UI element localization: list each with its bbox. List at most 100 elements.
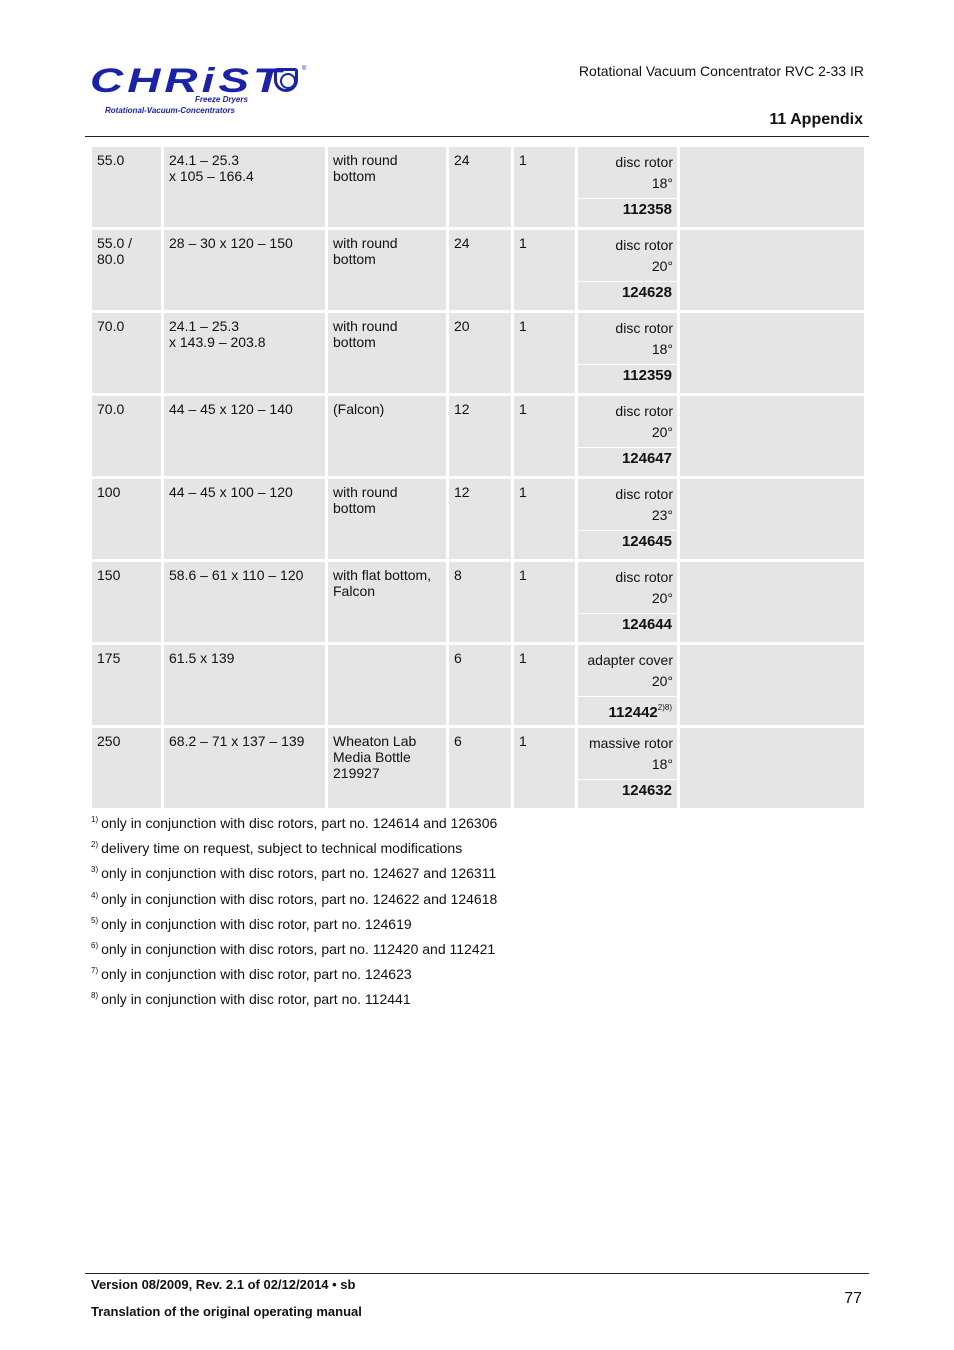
part-number: 124647 [578,448,677,476]
notes-cell [680,396,864,476]
places-cell: 24 [449,147,511,227]
vessel-type-cell [328,645,446,725]
accessories-table: 55.0 24.1 – 25.3 x 105 – 166.4 with round bo… [92,147,864,811]
vessel-type-text: bottom [333,334,376,350]
volume-text: 175 [97,650,121,666]
vessel-type-text: Falcon [333,583,376,599]
volume-text: 80.0 [97,251,125,267]
rotor-type: massive rotor [588,735,673,751]
footer-divider [85,1273,869,1274]
footer-version: Version 08/2009, Rev. 2.1 of 02/12/2014 … [91,1277,356,1292]
dimensions-text: 68.2 – 71 x 137 – 139 [169,733,305,749]
vessel-type-cell: with round bottom [328,313,446,393]
logo-subtitle-rvc: Rotational-Vacuum-Concentrators [105,106,235,115]
footnote-text: only in conjunction with disc rotors, pa… [101,815,498,831]
footnote: 8) only in conjunction with disc rotor, p… [91,985,497,1010]
vessel-type-text: 219927 [333,765,380,781]
dimensions-text: 28 – 30 x 120 – 150 [169,235,293,251]
registered-mark: ® [302,66,307,72]
footnote: 7) only in conjunction with disc rotor, p… [91,960,497,985]
footnote: 4) only in conjunction with disc rotors, … [91,885,497,910]
volume-cell: 55.0 /80.0 [92,230,161,310]
dimensions-cell: 44 – 45 x 120 – 140 [164,396,325,476]
footnotes: 1) only in conjunction with disc rotors, … [91,809,497,1011]
volume-cell: 100 [92,479,161,559]
notes-cell [680,645,864,725]
dimensions-cell: 61.5 x 139 [164,645,325,725]
footnote-mark: 4) [91,890,99,900]
vessel-type-cell: with round bottom [328,479,446,559]
rotor-cell: disc rotor 23° 124645 [578,479,677,559]
table-row: 175 61.5 x 139 6 1 adapter cover 20° 1124422)8… [92,645,864,728]
dimensions-cell: 28 – 30 x 120 – 150 [164,230,325,310]
rotor-type: disc rotor [615,569,673,585]
dimensions-text: 24.1 – 25.3 [169,152,240,168]
rotor-description: massive rotor 18° [578,728,677,779]
rotor-description: disc rotor 23° [578,479,677,530]
rotor-cell: massive rotor 18° 124632 [578,728,677,808]
vessel-type-cell: (Falcon) [328,396,446,476]
dimensions-text: 24.1 – 25.3 [169,318,240,334]
table-row: 250 68.2 – 71 x 137 – 139 Wheaton Lab Media… [92,728,864,811]
rotor-type: adapter cover [587,652,673,668]
places-cell: 12 [449,396,511,476]
table-row: 70.0 44 – 45 x 120 – 140 (Falcon) 12 1 disc r… [92,396,864,479]
dimensions-cell: 24.1 – 25.3 x 105 – 166.4 [164,147,325,227]
footnote: 1) only in conjunction with disc rotors, … [91,809,497,834]
table-row: 55.0 24.1 – 25.3 x 105 – 166.4 with round bo… [92,147,864,230]
rotor-angle: 20° [651,590,673,606]
vessel-type-text: with round [333,152,398,168]
page-number: 77 [844,1290,862,1307]
footnote-text: only in conjunction with disc rotors, pa… [101,941,496,958]
volume-cell: 70.0 [92,313,161,393]
part-number: 124632 [578,780,677,808]
volume-cell: 70.0 [92,396,161,476]
part-number-text: 124647 [621,450,672,467]
places-cell: 12 [449,479,511,559]
footnote-mark: 1) [91,815,99,824]
vessel-type-text: bottom [333,168,376,184]
vessel-type-text: with round [333,318,398,334]
footnote: 5) only in conjunction with disc rotor, p… [91,910,497,935]
places-cell: 24 [449,230,511,310]
part-number-text: 124645 [621,533,672,550]
volume-cell: 250 [92,728,161,808]
part-number-text: 112359 [622,367,672,384]
rotor-angle: 20° [651,673,673,689]
rotor-angle: 20° [651,424,673,440]
dimensions-cell: 68.2 – 71 x 137 – 139 [164,728,325,808]
christ-logo: CHRiST ® Freeze Dryers Rotational-Vacuum… [90,60,320,120]
footnote-text: delivery time on request, subject to tec… [101,840,463,857]
table-row: 100 44 – 45 x 100 – 120 with round bottom 12… [92,479,864,562]
vessel-type-text: with round [333,235,398,251]
notes-cell [680,313,864,393]
footnote-text: only in conjunction with disc rotor, par… [101,966,412,983]
logo-wordmark: CHRiST [90,62,286,100]
notes-cell [680,728,864,808]
places-cell: 6 [449,645,511,725]
rotor-angle: 18° [651,756,673,772]
header-divider [85,136,869,137]
footnote: 6) only in conjunction with disc rotors, … [91,935,497,960]
vessel-type-text: Wheaton Lab [333,733,417,749]
part-number: 124645 [578,531,677,559]
notes-cell [680,230,864,310]
rotor-description: disc rotor 18° [578,313,677,364]
quantity-cell: 1 [514,230,575,310]
dimensions-text: 44 – 45 x 100 – 120 [169,484,293,500]
quantity-cell: 1 [514,728,575,808]
vessel-type-text: bottom [333,500,376,516]
quantity-cell: 1 [514,562,575,642]
part-number: 1124422)8) [578,697,677,725]
notes-cell [680,562,864,642]
places-cell: 6 [449,728,511,808]
quantity-cell: 1 [514,147,575,227]
vessel-type-text: with flat bottom, [333,567,432,583]
part-number: 112359 [578,365,677,393]
volume-cell: 175 [92,645,161,725]
footnote-text: only in conjunction with disc rotor, par… [101,991,411,1008]
rotor-type: disc rotor [615,403,673,419]
vessel-type-cell: with round bottom [328,147,446,227]
rotor-angle: 18° [651,341,673,357]
rotor-type: disc rotor [615,237,673,253]
